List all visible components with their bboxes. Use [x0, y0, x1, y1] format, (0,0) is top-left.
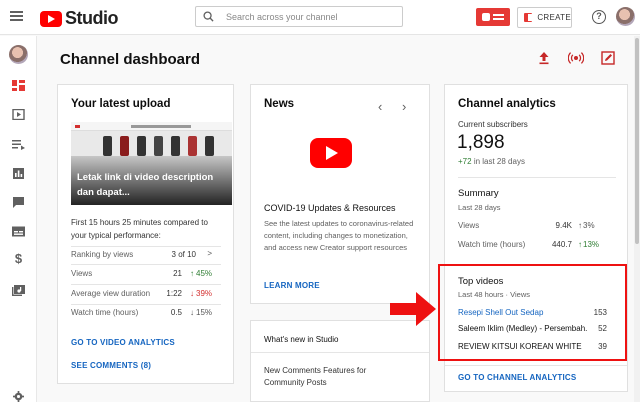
settings-gear-icon[interactable]: [12, 391, 25, 402]
studio-switch-icon: [482, 13, 490, 21]
metric-value: 3 of 10: [171, 250, 196, 259]
create-label: CREATE: [537, 13, 571, 22]
whats-new-heading: What's new in Studio: [264, 335, 339, 344]
monetization-icon[interactable]: $: [12, 252, 25, 265]
summary-value: 440.7: [551, 240, 572, 249]
chevron-right-icon[interactable]: >: [200, 249, 212, 258]
whats-new-item[interactable]: New Comments Features for Community Post…: [264, 365, 394, 389]
top-videos-highlight-box: [438, 264, 627, 361]
help-icon[interactable]: ?: [592, 10, 606, 24]
summary-delta: 13%: [583, 240, 600, 249]
subscribers-label: Current subscribers: [458, 120, 528, 129]
studio-logo[interactable]: Studio: [40, 8, 119, 29]
youtube-logo-icon: [40, 10, 62, 27]
metric-label: Ranking by views: [71, 250, 134, 259]
create-button[interactable]: CREATE: [517, 7, 572, 28]
arrow-down-icon: ↓: [190, 289, 194, 298]
arrow-up-icon: ↑: [578, 221, 582, 230]
subscribers-change-period: in last 28 days: [473, 157, 525, 166]
metric-delta: 39%: [196, 289, 213, 298]
search-input[interactable]: [226, 9, 396, 24]
analytics-heading: Channel analytics: [458, 98, 556, 110]
metric-delta: 45%: [196, 269, 213, 278]
videos-icon[interactable]: [12, 109, 25, 120]
latest-upload-heading: Your latest upload: [71, 98, 171, 110]
account-avatar[interactable]: [616, 7, 635, 26]
hamburger-menu-icon[interactable]: [10, 11, 23, 21]
metric-label: Views: [71, 269, 93, 278]
performance-text: First 15 hours 25 minutes compared to yo…: [71, 218, 208, 240]
arrow-up-icon: ↑: [578, 240, 582, 249]
studio-switch-button[interactable]: [476, 8, 510, 26]
summary-label: Views: [458, 221, 480, 230]
search-icon: [203, 11, 214, 22]
create-post-icon[interactable]: [600, 50, 616, 66]
see-comments-link[interactable]: SEE COMMENTS (8): [71, 361, 151, 370]
news-body: See the latest updates to coronavirus-re…: [264, 219, 414, 252]
arrow-down-icon: ↓: [190, 308, 194, 317]
metric-label: Average view duration: [71, 289, 151, 298]
logo-text: Studio: [65, 8, 119, 28]
arrow-up-icon: ↑: [190, 269, 194, 278]
metric-value: 0.5: [170, 308, 182, 317]
metric-label: Watch time (hours): [71, 308, 139, 317]
sidebar: $: [0, 36, 37, 402]
subscribers-count: 1,898: [457, 132, 505, 153]
page-title: Channel dashboard: [60, 51, 201, 68]
top-bar: Studio CREATE ?: [0, 0, 640, 35]
youtube-play-logo: [310, 138, 352, 168]
metric-delta: 15%: [196, 308, 213, 317]
video-title: Letak link di video description dan dapa…: [77, 172, 214, 198]
subtitles-icon[interactable]: [12, 226, 25, 237]
playlists-icon[interactable]: [12, 139, 25, 150]
summary-label: Watch time (hours): [458, 240, 526, 249]
summary-delta: 3%: [583, 221, 595, 230]
chevron-right-icon[interactable]: ›: [402, 99, 406, 114]
scrollbar-thumb[interactable]: [635, 38, 639, 244]
metric-value: 21: [173, 269, 182, 278]
news-heading: News: [264, 98, 295, 110]
go-live-icon[interactable]: [568, 50, 584, 66]
audio-library-icon[interactable]: [12, 285, 25, 296]
video-analytics-link[interactable]: GO TO VIDEO ANALYTICS: [71, 338, 175, 347]
page-scrollbar[interactable]: [634, 36, 640, 402]
channel-analytics-link[interactable]: GO TO CHANNEL ANALYTICS: [458, 373, 576, 382]
news-title: COVID-19 Updates & Resources: [264, 203, 396, 213]
subscribers-change: +72: [458, 157, 472, 166]
dashboard-icon[interactable]: [12, 80, 25, 91]
analytics-icon[interactable]: [12, 168, 25, 179]
comments-icon[interactable]: [12, 197, 25, 208]
learn-more-link[interactable]: LEARN MORE: [264, 281, 320, 290]
whats-new-card: [250, 320, 430, 402]
video-camera-icon: [524, 13, 534, 22]
summary-period: Last 28 days: [458, 203, 501, 212]
upload-icon[interactable]: [536, 50, 552, 66]
annotation-arrow-icon: [390, 292, 436, 326]
news-card: [250, 84, 430, 304]
video-thumbnail[interactable]: Letak link di video description dan dapa…: [71, 122, 232, 205]
summary-value: 9.4K: [555, 221, 572, 230]
summary-heading: Summary: [458, 188, 499, 199]
search-box[interactable]: [195, 6, 403, 27]
channel-avatar[interactable]: [9, 45, 28, 64]
chevron-left-icon[interactable]: ‹: [378, 99, 382, 114]
metric-value: 1:22: [166, 289, 182, 298]
